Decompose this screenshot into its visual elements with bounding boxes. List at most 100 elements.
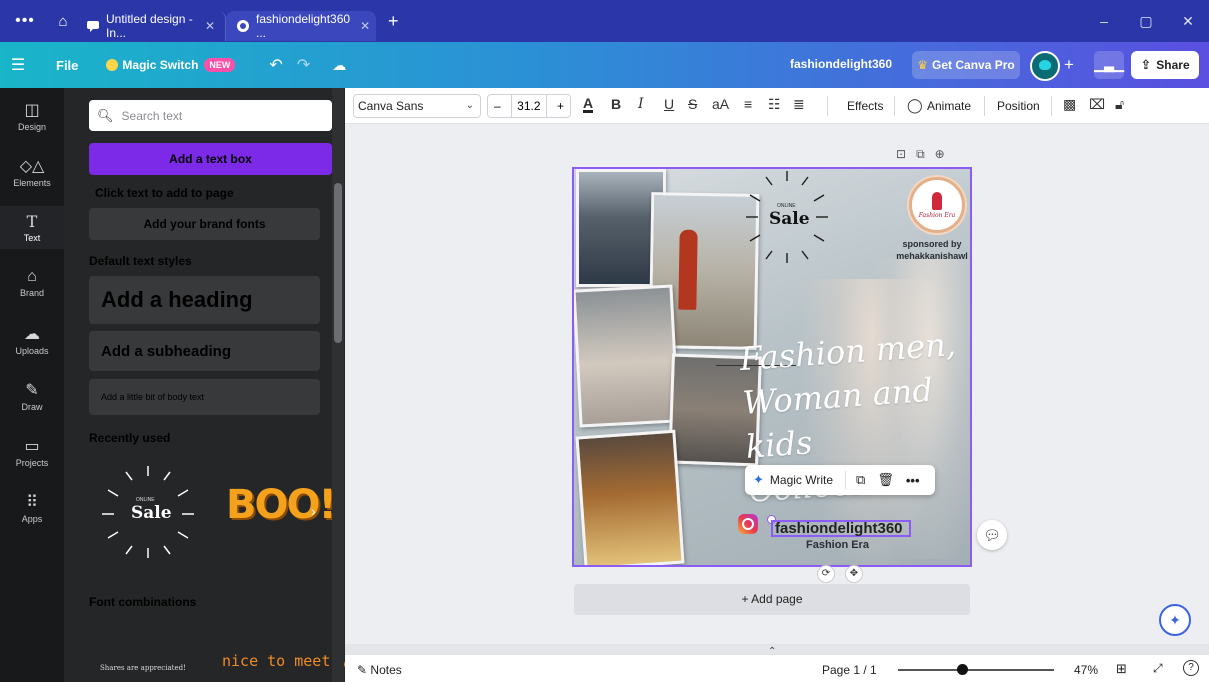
- decrease-size-icon[interactable]: –: [494, 99, 501, 113]
- animate-button[interactable]: Animate: [927, 99, 971, 113]
- selected-handle-text[interactable]: fashiondelight360: [771, 520, 911, 537]
- duplicate-page-icon[interactable]: ⧉: [916, 147, 935, 161]
- rail-item-apps[interactable]: ⠿ Apps: [0, 492, 64, 524]
- maximize-icon[interactable]: ▢: [1125, 13, 1167, 30]
- rail-item-projects[interactable]: ▭ Projects: [0, 436, 64, 468]
- instagram-icon[interactable]: [738, 514, 758, 534]
- font-combo-shares[interactable]: Shares are appreciated!: [100, 664, 186, 672]
- add-text-box-button[interactable]: Add a text box: [89, 143, 332, 175]
- letter-case-icon[interactable]: aA: [712, 96, 729, 112]
- font-size-stepper[interactable]: – 31.2 +: [487, 94, 571, 118]
- photo-white-dresses[interactable]: [574, 284, 680, 428]
- insights-chart-icon[interactable]: ▁▃▁: [1094, 51, 1124, 79]
- chevron-right-icon[interactable]: ›: [311, 503, 316, 519]
- paint-roller-icon[interactable]: ⌧: [1089, 96, 1105, 113]
- context-toolbar: ✦ Magic Write ⧉ 🗑︎ •••: [745, 465, 935, 495]
- strikethrough-icon[interactable]: S: [688, 96, 697, 112]
- rotate-handle-icon[interactable]: ⟳: [817, 565, 835, 583]
- hamburger-menu-icon[interactable]: ☰: [0, 55, 36, 75]
- add-heading-button[interactable]: Add a heading: [89, 276, 320, 324]
- spacing-icon[interactable]: ≣: [793, 96, 805, 113]
- more-options-icon[interactable]: •••: [906, 473, 920, 488]
- undo-icon[interactable]: ↶: [269, 55, 282, 75]
- invite-plus-icon[interactable]: +: [1064, 55, 1074, 75]
- search-box[interactable]: 🔍︎: [89, 100, 332, 131]
- text-color-icon[interactable]: A: [583, 96, 594, 113]
- horizontal-scrollbar[interactable]: [345, 644, 1209, 654]
- help-icon[interactable]: ?: [1183, 660, 1199, 676]
- font-combinations-title: Font combinations: [89, 595, 197, 609]
- brand-name-text[interactable]: Fashion Era: [806, 539, 869, 551]
- search-input[interactable]: [121, 108, 322, 123]
- browser-menu-icon[interactable]: •••: [0, 12, 50, 30]
- home-icon[interactable]: ⌂: [50, 13, 76, 30]
- italic-icon[interactable]: I: [638, 96, 644, 112]
- magic-switch-label: Magic Switch: [122, 58, 199, 72]
- trash-icon[interactable]: 🗑︎: [877, 472, 894, 488]
- grid-view-icon[interactable]: ⊞: [1116, 661, 1127, 677]
- page-indicator[interactable]: Page 1 / 1: [822, 663, 877, 677]
- redo-icon[interactable]: ↷: [297, 55, 310, 75]
- new-tab-plus-icon[interactable]: +: [388, 11, 399, 32]
- panel-scrollbar[interactable]: [332, 88, 344, 682]
- cloud-saved-icon[interactable]: ☁: [332, 57, 346, 74]
- avatar[interactable]: [1030, 51, 1060, 81]
- zoom-slider-knob[interactable]: [957, 664, 969, 675]
- magic-assistant-icon[interactable]: ✦: [1159, 604, 1191, 636]
- sale-graphic[interactable]: ONLINE Sale: [742, 169, 832, 265]
- click-text-hint: Click text to add to page: [95, 186, 234, 200]
- font-size-value[interactable]: 31.2: [511, 95, 547, 117]
- text-toolbar: Canva Sans ⌄ – 31.2 + A B I U S aA ≡ ☷ ≣…: [345, 88, 1209, 124]
- magic-switch-button[interactable]: Magic Switch NEW: [106, 58, 236, 72]
- page-lock-icon[interactable]: ⊡: [896, 147, 916, 161]
- zoom-slider-track[interactable]: [898, 669, 1054, 671]
- transparency-icon[interactable]: ▩: [1063, 96, 1076, 113]
- notes-button[interactable]: ✎ Notes: [357, 663, 402, 677]
- move-handle-icon[interactable]: ✥: [845, 565, 863, 583]
- side-rail: ◫ Design ◇△ Elements T Text ⌂ Brand ☁ Up…: [0, 88, 64, 682]
- minimize-icon[interactable]: –: [1083, 13, 1125, 29]
- add-body-text-button[interactable]: Add a little bit of body text: [89, 379, 320, 415]
- duplicate-icon[interactable]: ⧉: [856, 472, 865, 488]
- rail-item-uploads[interactable]: ☁ Uploads: [0, 324, 64, 356]
- browser-tab-fashiondelight[interactable]: fashiondelight360 ... ✕: [226, 11, 376, 41]
- add-page-button[interactable]: + Add page: [574, 584, 970, 615]
- effects-button[interactable]: Effects: [847, 99, 883, 113]
- increase-size-icon[interactable]: +: [557, 99, 564, 113]
- align-center-icon[interactable]: ≡: [744, 96, 752, 112]
- document-title[interactable]: fashiondelight360: [790, 57, 892, 71]
- browser-tab-untitled[interactable]: Untitled design - In... ✕: [76, 11, 226, 41]
- close-icon[interactable]: ✕: [205, 19, 215, 33]
- rail-item-brand[interactable]: ⌂ Brand: [0, 268, 64, 298]
- recent-sale-template[interactable]: ONLINE Sale: [100, 460, 196, 560]
- sponsored-text[interactable]: sponsored by mehakkanishawl: [892, 238, 970, 262]
- file-menu[interactable]: File: [56, 58, 78, 73]
- add-page-icon[interactable]: ⊕: [935, 147, 955, 161]
- close-icon[interactable]: ✕: [360, 19, 370, 33]
- underline-icon[interactable]: U: [664, 96, 674, 112]
- list-icon[interactable]: ☷: [768, 96, 781, 113]
- add-comment-icon[interactable]: 💬︎: [977, 520, 1007, 550]
- rail-item-design[interactable]: ◫ Design: [0, 100, 64, 132]
- apps-grid-icon: ⠿: [26, 494, 38, 511]
- add-brand-fonts-button[interactable]: Add your brand fonts: [89, 208, 320, 240]
- share-button[interactable]: ⇪ Share: [1131, 51, 1199, 79]
- get-canva-pro-button[interactable]: ♛ Get Canva Pro: [912, 51, 1020, 79]
- rail-item-elements[interactable]: ◇△ Elements: [0, 156, 64, 188]
- zoom-level[interactable]: 47%: [1074, 663, 1098, 677]
- design-page[interactable]: ONLINE Sale Fashion Era sponsored by meh…: [572, 167, 972, 567]
- position-button[interactable]: Position: [997, 99, 1040, 113]
- fullscreen-icon[interactable]: ⤢: [1153, 661, 1163, 676]
- rail-item-text[interactable]: T Text: [0, 206, 64, 249]
- add-subheading-button[interactable]: Add a subheading: [89, 331, 320, 371]
- font-family-select[interactable]: Canva Sans ⌄: [353, 94, 481, 118]
- rail-item-draw[interactable]: ✎ Draw: [0, 380, 64, 412]
- bold-icon[interactable]: B: [611, 96, 621, 112]
- window-close-icon[interactable]: ✕: [1167, 13, 1209, 30]
- magic-write-button[interactable]: Magic Write: [770, 473, 833, 487]
- scroll-thumb[interactable]: [334, 183, 342, 343]
- fashion-era-logo[interactable]: Fashion Era: [909, 177, 965, 233]
- photo-boutique[interactable]: [575, 429, 685, 565]
- upload-cloud-icon: ☁: [24, 326, 40, 343]
- lock-icon[interactable]: 🔓︎: [1115, 96, 1124, 113]
